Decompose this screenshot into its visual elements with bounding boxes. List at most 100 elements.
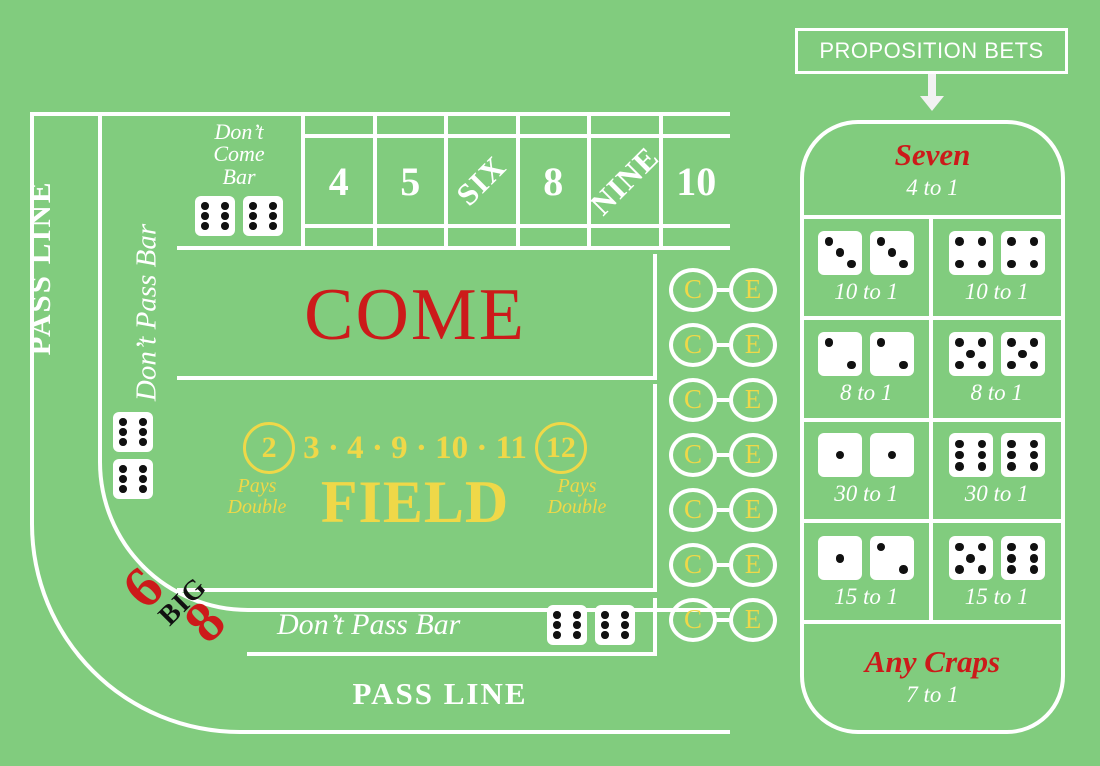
- place-box-label: 10: [676, 158, 717, 204]
- die-icon: [870, 331, 915, 376]
- die-icon: [243, 196, 283, 236]
- c-and-e-row: CE: [661, 372, 785, 427]
- die-icon: [1000, 433, 1045, 478]
- place-box-10[interactable]: 10: [662, 112, 730, 250]
- seven-bet-cell[interactable]: Seven 4 to 1: [804, 124, 1061, 219]
- c-e-connector: [717, 397, 729, 402]
- place-box-top-strip[interactable]: [519, 112, 587, 138]
- craps-bet-circle[interactable]: C: [669, 432, 717, 477]
- eleven-bet-circle[interactable]: E: [729, 432, 777, 477]
- proposition-dice-pair: [948, 230, 1045, 275]
- place-box-top-strip[interactable]: [662, 112, 730, 138]
- eleven-bet-circle[interactable]: E: [729, 597, 777, 642]
- place-box-top-strip[interactable]: [305, 112, 373, 138]
- dont-pass-bar-vertical-dice: [113, 412, 153, 499]
- c-and-e-bets-column: CECECECECECECE: [661, 262, 785, 647]
- die-icon: [870, 433, 915, 478]
- dont-come-bar-cell[interactable]: Don’t Come Bar: [177, 112, 305, 250]
- c-and-e-row: CE: [661, 262, 785, 317]
- place-box-label: 8: [543, 158, 564, 204]
- die-icon: [113, 459, 153, 499]
- die-icon: [948, 536, 993, 581]
- place-box-label: SIX: [449, 148, 514, 213]
- proposition-dice-pair: [818, 433, 915, 478]
- any-craps-bet-cell[interactable]: Any Craps 7 to 1: [804, 620, 1061, 730]
- field-numbers: 2 3 · 4 · 9 · 10 · 11 12: [177, 422, 653, 474]
- die-icon: [948, 230, 993, 275]
- c-e-connector: [717, 617, 729, 622]
- die-icon: [870, 536, 915, 581]
- place-box-4[interactable]: 4: [305, 112, 377, 250]
- die-icon: [595, 605, 635, 645]
- place-box-label: 4: [328, 158, 349, 204]
- place-box-six[interactable]: SIX: [448, 112, 520, 250]
- eleven-bet-circle[interactable]: E: [729, 322, 777, 367]
- seven-bet-name: Seven: [894, 136, 971, 172]
- craps-bet-circle[interactable]: C: [669, 542, 717, 587]
- c-and-e-row: CE: [661, 427, 785, 482]
- proposition-bet-cell[interactable]: 8 to 1: [932, 320, 1061, 422]
- proposition-bet-cell[interactable]: 10 to 1: [932, 219, 1061, 321]
- c-e-connector: [717, 287, 729, 292]
- eleven-bet-circle[interactable]: E: [729, 542, 777, 587]
- number-row-bottom-rule: [305, 246, 730, 250]
- pass-line-label-left: PASS LINE: [22, 180, 57, 356]
- place-box-top-strip[interactable]: [591, 112, 659, 138]
- proposition-bet-cell[interactable]: 30 to 1: [804, 421, 933, 523]
- field-pays-double-left: Pays Double: [227, 475, 287, 518]
- proposition-bet-cell[interactable]: 8 to 1: [804, 320, 933, 422]
- die-icon: [818, 230, 863, 275]
- craps-bet-circle[interactable]: C: [669, 377, 717, 422]
- proposition-bet-cell[interactable]: 15 to 1: [933, 523, 1062, 624]
- die-icon: [113, 412, 153, 452]
- eleven-bet-circle[interactable]: E: [729, 487, 777, 532]
- big-six-eight-area[interactable]: 6 BIG 8: [109, 540, 268, 654]
- proposition-bet-cell[interactable]: 30 to 1: [932, 422, 1061, 523]
- place-box-8[interactable]: 8: [519, 112, 591, 250]
- c-e-connector: [717, 342, 729, 347]
- place-box-top-strip[interactable]: [448, 112, 516, 138]
- proposition-bet-cell[interactable]: 15 to 1: [804, 522, 933, 624]
- c-and-e-row: CE: [661, 482, 785, 537]
- eleven-bet-circle[interactable]: E: [729, 377, 777, 422]
- place-number-boxes: 4 5 SIX 8 NINE 10: [305, 112, 730, 250]
- field-pays-double-right: Pays Double: [547, 475, 607, 518]
- proposition-bet-odds: 10 to 1: [964, 278, 1029, 304]
- proposition-bet-odds: 30 to 1: [964, 481, 1029, 507]
- craps-table-layout: PASS LINE PASS LINE Don’t Pass Bar Don’t…: [0, 0, 1100, 766]
- pass-line-label-bottom: PASS LINE: [352, 676, 528, 711]
- dont-pass-bar-bottom-dice: [547, 598, 635, 652]
- proposition-dice-pair: [948, 433, 1045, 478]
- proposition-bet-odds: 15 to 1: [834, 584, 899, 610]
- come-betting-area[interactable]: COME: [177, 254, 657, 380]
- dont-pass-bar-bottom[interactable]: Don’t Pass Bar: [247, 598, 657, 656]
- die-icon: [547, 605, 587, 645]
- seven-bet-odds: 4 to 1: [906, 174, 959, 200]
- proposition-dice-pair: [818, 536, 915, 581]
- proposition-dice-pair: [818, 331, 915, 376]
- eleven-bet-circle[interactable]: E: [729, 267, 777, 312]
- place-box-top-strip[interactable]: [376, 112, 444, 138]
- proposition-dice-pair: [818, 230, 915, 275]
- proposition-bets-header: PROPOSITION BETS: [795, 28, 1068, 74]
- proposition-bet-cell[interactable]: 10 to 1: [804, 219, 933, 321]
- down-arrow-icon: [920, 74, 944, 111]
- come-label: COME: [304, 273, 526, 356]
- place-box-nine[interactable]: NINE: [583, 112, 666, 250]
- craps-bet-circle[interactable]: C: [669, 597, 717, 642]
- die-icon: [195, 196, 235, 236]
- proposition-bet-odds: 10 to 1: [834, 278, 899, 304]
- c-and-e-row: CE: [661, 592, 785, 647]
- place-box-5[interactable]: 5: [376, 112, 448, 250]
- die-icon: [818, 331, 863, 376]
- die-icon: [1000, 230, 1045, 275]
- craps-bet-circle[interactable]: C: [669, 322, 717, 367]
- place-box-label: 5: [400, 158, 421, 204]
- die-icon: [1000, 331, 1045, 376]
- craps-bet-circle[interactable]: C: [669, 487, 717, 532]
- proposition-bet-odds: 15 to 1: [964, 584, 1029, 610]
- craps-bet-circle[interactable]: C: [669, 267, 717, 312]
- proposition-dice-pair: [948, 331, 1045, 376]
- any-craps-odds: 7 to 1: [906, 682, 959, 707]
- dont-pass-bar-bottom-label: Don’t Pass Bar: [277, 608, 461, 641]
